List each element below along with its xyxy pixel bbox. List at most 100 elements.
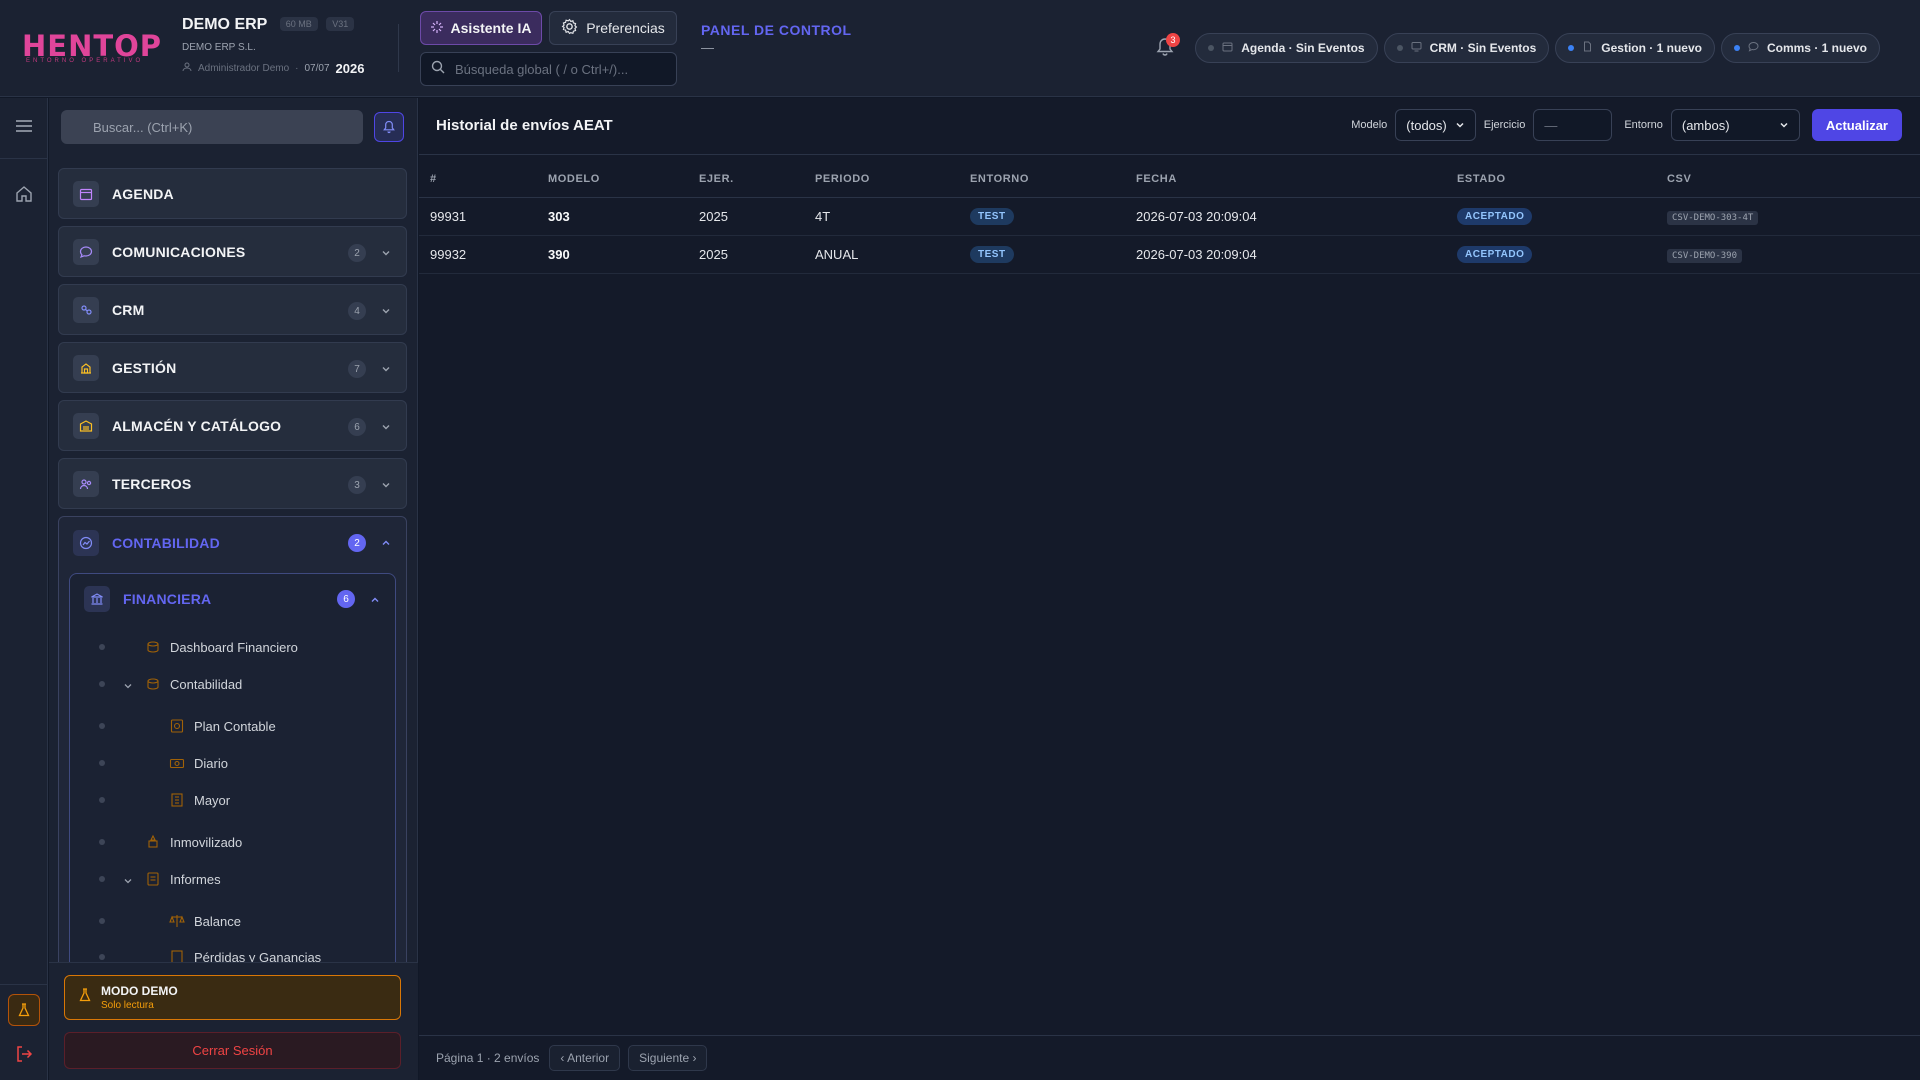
fiscal-year[interactable]: 2026 xyxy=(336,61,365,76)
cell-ejercicio: 2025 xyxy=(699,235,815,274)
sidebar-item-agenda[interactable]: AGENDA xyxy=(58,168,407,219)
divider xyxy=(0,158,48,159)
sidebar-item-label: CRM xyxy=(112,301,145,318)
csv-code[interactable]: CSV-DEMO-303-4T xyxy=(1667,210,1759,225)
tree-bullet xyxy=(99,644,105,650)
section-count-badge: 2 xyxy=(348,534,366,552)
logout-icon[interactable] xyxy=(12,1042,36,1066)
tree-bullet xyxy=(99,839,105,845)
cell-periodo: 4T xyxy=(815,197,970,236)
chip-crm[interactable]: CRM · Sin Eventos xyxy=(1383,33,1550,63)
status-badge: ACEPTADO xyxy=(1457,246,1533,263)
cell-ejercicio: 2025 xyxy=(699,197,815,236)
section-icon xyxy=(73,238,99,265)
section-count-badge: 7 xyxy=(348,360,366,378)
sidebar-item-gestion[interactable]: GESTIÓN 7 xyxy=(58,342,407,393)
hamburger-menu-icon[interactable] xyxy=(12,114,36,138)
asset-icon xyxy=(145,834,161,850)
main-content: Historial de envíos AEAT Modelo (todos) … xyxy=(419,98,1920,1080)
subsection-count-badge: 6 xyxy=(337,590,355,608)
cell-fecha: 2026-07-03 20:09:04 xyxy=(1136,197,1457,236)
tree-bullet xyxy=(99,954,105,960)
sidebar-item-comunicaciones[interactable]: COMUNICACIONES 2 xyxy=(58,226,407,277)
sidebar-search-input[interactable] xyxy=(93,119,353,135)
column-header-periodo[interactable]: PERIODO xyxy=(815,155,970,198)
update-button[interactable]: Actualizar xyxy=(1811,109,1902,141)
modelo-filter-label: Modelo xyxy=(1351,119,1388,131)
page-info: Página 1 · 2 envíos xyxy=(436,1051,540,1065)
csv-code[interactable]: CSV-DEMO-390 xyxy=(1667,248,1743,263)
demo-mode-flask-icon[interactable] xyxy=(8,994,40,1026)
sidebar-item-contabilidad: CONTABILIDAD 2 FINANCIERA 6 Dashboard Fi… xyxy=(58,516,407,971)
entorno-select[interactable]: (ambos) xyxy=(1670,109,1800,141)
column-header-csv[interactable]: CSV xyxy=(1667,155,1920,198)
coins-icon xyxy=(145,639,161,655)
column-header-fecha[interactable]: FECHA xyxy=(1136,155,1457,198)
environment-badge: TEST xyxy=(970,208,1014,225)
previous-page-button[interactable]: ‹ Anterior xyxy=(549,1045,621,1071)
app-name: DEMO ERP xyxy=(182,16,268,33)
section-icon xyxy=(73,354,99,381)
chevron-down-icon xyxy=(123,874,133,884)
tree-item-label: Diario xyxy=(194,755,228,771)
column-header-entorno[interactable]: ENTORNO xyxy=(970,155,1136,198)
column-header-id[interactable]: # xyxy=(419,155,548,198)
panel-subtitle: — xyxy=(701,40,714,55)
report-icon xyxy=(145,871,161,887)
home-icon[interactable] xyxy=(12,182,36,206)
calendar-icon xyxy=(1222,41,1233,55)
global-search[interactable] xyxy=(420,52,677,86)
chevron-down-icon xyxy=(123,679,133,689)
gear-icon xyxy=(561,18,578,38)
logout-button[interactable]: Cerrar Sesión xyxy=(64,1032,401,1069)
column-header-modelo[interactable]: MODELO xyxy=(548,155,699,198)
next-page-button[interactable]: Siguiente › xyxy=(628,1045,708,1071)
sidebar-item-crm[interactable]: CRM 4 xyxy=(58,284,407,335)
sparkle-icon xyxy=(430,20,443,36)
sidebar-item-terceros[interactable]: TERCEROS 3 xyxy=(58,458,407,509)
modelo-select[interactable]: (todos) xyxy=(1395,109,1476,141)
tree-item-label: Contabilidad xyxy=(170,676,243,692)
sidebar-search[interactable] xyxy=(61,110,363,144)
chat-icon xyxy=(1748,41,1759,55)
demo-mode-subtitle: Solo lectura xyxy=(101,1000,154,1011)
tree-item-label: Informes xyxy=(170,871,221,887)
content-header: Historial de envíos AEAT Modelo (todos) … xyxy=(419,98,1920,155)
sidebar-item-almacen[interactable]: ALMACÉN Y CATÁLOGO 6 xyxy=(58,400,407,451)
column-header-ejercicio[interactable]: EJER. xyxy=(699,155,815,198)
status-dot xyxy=(1396,45,1403,51)
ai-assistant-button[interactable]: Asistente IA xyxy=(420,11,542,45)
cell-csv: CSV-DEMO-390 xyxy=(1667,235,1920,274)
tree-bullet xyxy=(99,876,105,882)
tree-item-label: Mayor xyxy=(194,792,231,808)
user-icon xyxy=(182,62,192,75)
sidebar-item-label: ALMACÉN Y CATÁLOGO xyxy=(112,417,282,434)
sidebar-item-label: AGENDA xyxy=(112,185,174,202)
status-dot xyxy=(1733,45,1740,51)
chevron-down-icon xyxy=(380,304,392,316)
chip-comms[interactable]: Comms · 1 nuevo xyxy=(1720,33,1880,63)
entorno-select-value: (ambos) xyxy=(1681,117,1730,133)
sidebar-item-label: GESTIÓN xyxy=(112,359,177,376)
cell-periodo: ANUAL xyxy=(815,235,970,274)
global-search-input[interactable] xyxy=(455,61,665,77)
chevron-down-icon xyxy=(380,246,392,258)
cell-entorno: TEST xyxy=(970,235,1136,274)
section-header[interactable]: CONTABILIDAD 2 xyxy=(59,517,406,569)
notifications-badge: 3 xyxy=(1166,33,1180,47)
chip-agenda[interactable]: Agenda · Sin Eventos xyxy=(1195,33,1378,63)
app-logo[interactable]: HENTOP ENTORNO OPERATIVO xyxy=(22,32,161,65)
table-row[interactable]: 99932 390 2025 ANUAL TEST 2026-07-03 20:… xyxy=(419,235,1920,274)
pin-notifications-button[interactable] xyxy=(374,112,404,142)
subsection-header[interactable]: FINANCIERA 6 xyxy=(70,574,395,624)
chevron-up-icon xyxy=(369,593,381,605)
logo-subtitle: ENTORNO OPERATIVO xyxy=(26,58,144,64)
section-icon xyxy=(73,412,99,439)
column-header-estado[interactable]: ESTADO xyxy=(1457,155,1667,198)
ejercicio-input[interactable]: — xyxy=(1533,109,1613,141)
subsection-financiera: FINANCIERA 6 Dashboard Financiero Contab… xyxy=(69,573,396,970)
preferences-button[interactable]: Preferencias xyxy=(549,11,677,45)
table-row[interactable]: 99931 303 2025 4T TEST 2026-07-03 20:09:… xyxy=(419,197,1920,236)
ejercicio-filter-label: Ejercicio xyxy=(1483,119,1526,131)
chip-gestion[interactable]: Gestion · 1 nuevo xyxy=(1555,33,1715,63)
